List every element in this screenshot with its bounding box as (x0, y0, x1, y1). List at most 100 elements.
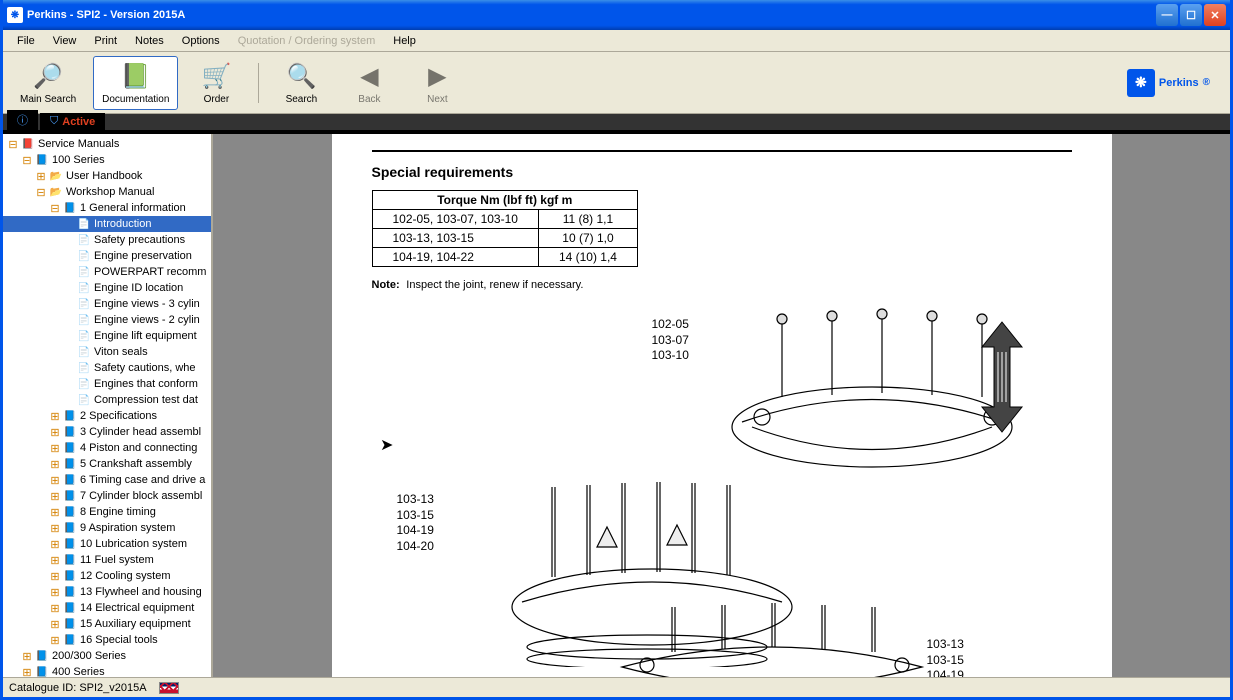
tree-toggle-icon[interactable] (49, 410, 61, 422)
search-button[interactable]: 🔍 Search (271, 56, 331, 110)
sidebar[interactable]: Service Manuals100 SeriesUser HandbookWo… (3, 134, 213, 677)
tree-toggle-icon[interactable] (49, 458, 61, 470)
tree-node[interactable]: 16 Special tools (3, 632, 211, 648)
tree-toggle-icon[interactable] (21, 154, 33, 166)
tree-toggle-icon[interactable] (49, 426, 61, 438)
filter-icon: ⛉ (50, 115, 58, 128)
tree-node[interactable]: 7 Cylinder block assembl (3, 488, 211, 504)
tree-node[interactable]: 6 Timing case and drive a (3, 472, 211, 488)
tree-toggle-icon[interactable] (49, 442, 61, 454)
tree-label: 7 Cylinder block assembl (80, 490, 202, 502)
tree-node[interactable]: Service Manuals (3, 136, 211, 152)
menu-view[interactable]: View (45, 33, 85, 49)
tree-label: 400 Series (52, 666, 105, 677)
tree-toggle-icon[interactable] (49, 586, 61, 598)
close-button[interactable]: ✕ (1204, 4, 1226, 26)
tree-label: 4 Piston and connecting (80, 442, 197, 454)
tree-toggle-icon[interactable] (35, 170, 47, 182)
tree-node[interactable]: 100 Series (3, 152, 211, 168)
tree-node[interactable]: 2 Specifications (3, 408, 211, 424)
minimize-button[interactable]: ― (1156, 4, 1178, 26)
statusbar: Catalogue ID: SPI2_v2015A (3, 677, 1230, 697)
tree-toggle-icon[interactable] (49, 554, 61, 566)
tree-toggle-icon[interactable] (49, 634, 61, 646)
document-viewer[interactable]: Special requirements Torque Nm (lbf ft) … (213, 134, 1230, 677)
tree-node[interactable]: Viton seals (3, 344, 211, 360)
tree-node[interactable]: 10 Lubrication system (3, 536, 211, 552)
tabbar: ⓘ ⛉ Active (3, 114, 1230, 134)
menu-options[interactable]: Options (174, 33, 228, 49)
tree-toggle-icon[interactable] (21, 650, 33, 662)
tree-node[interactable]: 200/300 Series (3, 648, 211, 664)
tree-toggle-icon[interactable] (49, 474, 61, 486)
tree-toggle-icon[interactable] (49, 202, 61, 214)
tree-node[interactable]: 9 Aspiration system (3, 520, 211, 536)
tree-node[interactable]: POWERPART recomm (3, 264, 211, 280)
tree-node[interactable]: 4 Piston and connecting (3, 440, 211, 456)
tree-label: Safety cautions, whe (94, 362, 196, 374)
order-button[interactable]: 🛒 Order (186, 56, 246, 110)
tree-toggle-icon[interactable] (49, 538, 61, 550)
tree-node[interactable]: 11 Fuel system (3, 552, 211, 568)
menu-print[interactable]: Print (86, 33, 125, 49)
tree-node[interactable]: Safety cautions, whe (3, 360, 211, 376)
tab-active[interactable]: ⛉ Active (40, 113, 105, 130)
tree-node[interactable]: 15 Auxiliary equipment (3, 616, 211, 632)
menu-file[interactable]: File (9, 33, 43, 49)
tree-toggle-icon[interactable] (21, 666, 33, 677)
tree-node[interactable]: Engine views - 3 cylin (3, 296, 211, 312)
tree-node[interactable]: Engine ID location (3, 280, 211, 296)
tree-toggle-icon[interactable] (49, 506, 61, 518)
tree-node[interactable]: 3 Cylinder head assembl (3, 424, 211, 440)
tree-toggle-icon[interactable] (49, 522, 61, 534)
tree-node[interactable]: 400 Series (3, 664, 211, 677)
tree-toggle-icon[interactable] (35, 186, 47, 198)
tree-label: 3 Cylinder head assembl (80, 426, 201, 438)
tree-node[interactable]: 13 Flywheel and housing (3, 584, 211, 600)
tree: Service Manuals100 SeriesUser HandbookWo… (3, 134, 211, 677)
tree-label: 200/300 Series (52, 650, 126, 662)
tree-toggle-icon[interactable] (49, 570, 61, 582)
tree-node[interactable]: Workshop Manual (3, 184, 211, 200)
documentation-button[interactable]: 📗 Documentation (93, 56, 178, 110)
tree-node[interactable]: 14 Electrical equipment (3, 600, 211, 616)
tree-node[interactable]: Compression test dat (3, 392, 211, 408)
tree-label: Safety precautions (94, 234, 185, 246)
tree-node[interactable]: 1 General information (3, 200, 211, 216)
tree-node[interactable]: Engine views - 2 cylin (3, 312, 211, 328)
tab-info[interactable]: ⓘ (7, 110, 38, 130)
doc-icon (77, 297, 91, 311)
tree-node[interactable]: 8 Engine timing (3, 504, 211, 520)
back-button: ◀ Back (339, 56, 399, 110)
tree-toggle-icon[interactable] (49, 602, 61, 614)
tree-toggle-icon[interactable] (49, 618, 61, 630)
menu-notes[interactable]: Notes (127, 33, 172, 49)
tree-label: Compression test dat (94, 394, 198, 406)
flag-uk-icon (159, 682, 179, 694)
doc-icon (77, 249, 91, 263)
tree-node[interactable]: Engines that conform (3, 376, 211, 392)
folder-icon (63, 617, 77, 631)
section-title: Special requirements (372, 164, 1072, 180)
tree-label: 9 Aspiration system (80, 522, 175, 534)
tree-node[interactable]: Engine lift equipment (3, 328, 211, 344)
tree-node[interactable]: User Handbook (3, 168, 211, 184)
tree-node[interactable]: 5 Crankshaft assembly (3, 456, 211, 472)
folder-icon (63, 633, 77, 647)
tree-node[interactable]: Safety precautions (3, 232, 211, 248)
next-button: ▶ Next (407, 56, 467, 110)
documentation-icon: 📗 (120, 61, 152, 92)
folder-icon (63, 537, 77, 551)
tree-toggle-icon[interactable] (7, 138, 19, 150)
maximize-button[interactable]: ☐ (1180, 4, 1202, 26)
tree-node[interactable]: Introduction (3, 216, 211, 232)
toolbar: 🔎 Main Search 📗 Documentation 🛒 Order 🔍 … (3, 52, 1230, 114)
tree-node[interactable]: Engine preservation (3, 248, 211, 264)
note: Note: Inspect the joint, renew if necess… (372, 277, 1072, 291)
doc-icon (77, 265, 91, 279)
tree-node[interactable]: 12 Cooling system (3, 568, 211, 584)
main-search-button[interactable]: 🔎 Main Search (11, 56, 85, 110)
doc-icon (77, 313, 91, 327)
menu-help[interactable]: Help (385, 33, 424, 49)
tree-toggle-icon[interactable] (49, 490, 61, 502)
